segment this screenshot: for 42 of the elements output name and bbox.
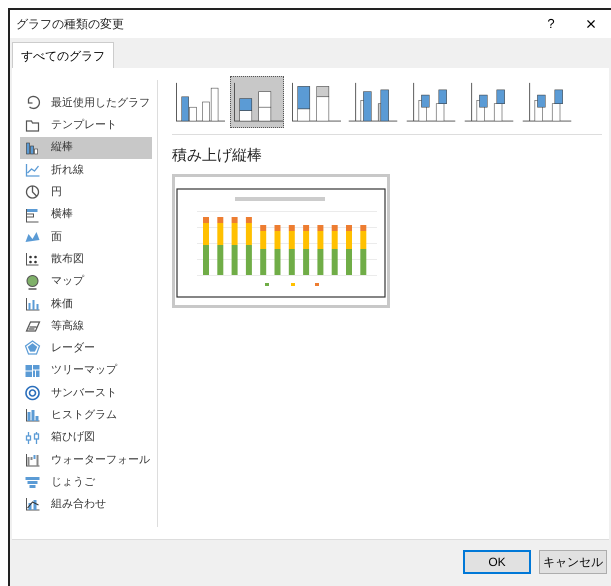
window-title: グラフの種類の変更 <box>16 16 125 33</box>
sidebar-item[interactable]: ウォーターフォール <box>20 448 152 472</box>
close-button[interactable]: × <box>571 15 611 33</box>
sidebar-item[interactable]: レーダー <box>20 337 152 360</box>
sidebar-item[interactable]: ツリーマップ <box>20 360 152 382</box>
help-button[interactable]: ? <box>531 14 571 34</box>
sidebar-item[interactable]: サンバースト <box>20 382 152 404</box>
chart-type-icon <box>24 206 41 223</box>
chart-type-icon <box>24 184 41 200</box>
chart-type-icon <box>24 251 41 268</box>
dialog-button[interactable]: キャンセル <box>539 550 607 574</box>
sidebar-item[interactable]: ヒストグラム <box>20 404 152 426</box>
sidebar-item[interactable]: 横棒 <box>20 203 152 226</box>
sidebar-item[interactable]: じょうご <box>20 471 152 494</box>
chart-type-icon <box>24 340 41 356</box>
sidebar-item[interactable]: 散布図 <box>20 248 152 270</box>
chart-type-icon <box>24 430 41 446</box>
chart-type-icon <box>24 362 41 379</box>
sidebar-item[interactable]: 折れ線 <box>20 158 152 182</box>
sidebar-item[interactable]: 面 <box>20 226 152 248</box>
sidebar-item[interactable]: マップ <box>20 270 152 293</box>
chart-type-icon <box>24 385 41 401</box>
chart-type-icon <box>24 474 41 490</box>
chart-type-icon <box>24 452 41 468</box>
sidebar-item[interactable]: 円 <box>20 181 152 204</box>
sidebar-item[interactable]: 最近使用したグラフ <box>20 92 152 114</box>
chart-type-icon <box>24 496 41 512</box>
sidebar-item[interactable]: 縦棒 <box>20 136 152 159</box>
chart-type-icon <box>24 274 41 290</box>
dialog-button[interactable]: OK <box>463 550 531 574</box>
chart-type-heading: 積み上げ縦棒 <box>172 146 262 166</box>
chart-type-icon <box>24 162 41 178</box>
sidebar-item[interactable]: 株価 <box>20 292 152 315</box>
sidebar-item[interactable]: 組み合わせ <box>20 493 152 516</box>
sidebar-item[interactable]: テンプレート <box>20 114 152 137</box>
chart-type-icon <box>24 407 41 424</box>
chart-type-icon <box>24 140 41 156</box>
sidebar-item[interactable]: 等高線 <box>20 314 152 338</box>
sidebar-item[interactable]: 箱ひげ図 <box>20 426 152 449</box>
chart-subtype-button[interactable] <box>230 76 284 128</box>
chart-type-icon <box>24 296 41 312</box>
tab[interactable]: すべてのグラフ <box>12 42 114 68</box>
